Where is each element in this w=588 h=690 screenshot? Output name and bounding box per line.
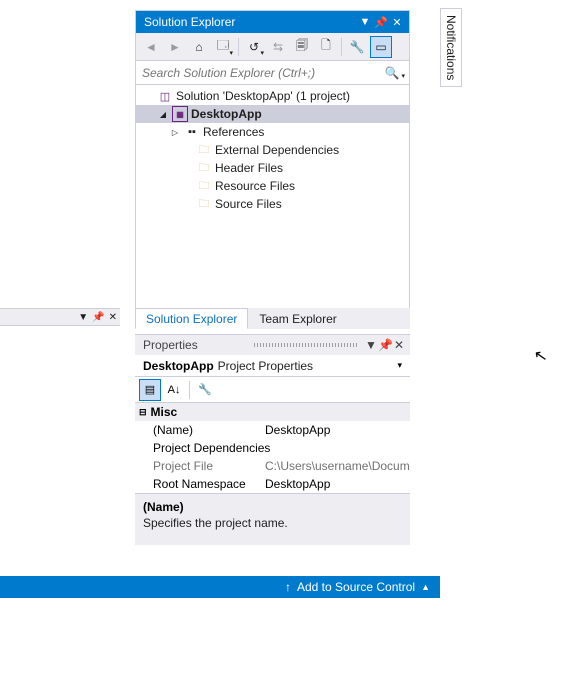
source-files-node[interactable]: 🗀 Source Files bbox=[136, 195, 409, 213]
tree-label: Solution 'DesktopApp' (1 project) bbox=[176, 89, 350, 103]
object-name: DesktopApp bbox=[143, 359, 214, 373]
refresh-button[interactable]: 🗐 bbox=[291, 36, 313, 58]
close-icon[interactable]: ✕ bbox=[392, 338, 406, 352]
ext-deps-node[interactable]: 🗀 External Dependencies bbox=[136, 141, 409, 159]
preview-button[interactable]: ▭ bbox=[370, 36, 392, 58]
folder-icon: 🗀 bbox=[196, 160, 212, 176]
property-description: (Name) Specifies the project name. bbox=[135, 493, 410, 545]
add-to-source-control[interactable]: Add to Source Control bbox=[297, 580, 415, 594]
dropdown-icon[interactable]: ▼ bbox=[357, 16, 373, 28]
project-node[interactable]: ▦ DesktopApp bbox=[136, 105, 409, 123]
prop-row-name[interactable]: (Name) DesktopApp bbox=[135, 421, 410, 439]
prop-name: (Name) bbox=[135, 423, 265, 437]
prop-value: C:\Users\username\Docum bbox=[265, 459, 410, 473]
object-type: Project Properties bbox=[218, 359, 394, 373]
bottom-tabs: Solution Explorer Team Explorer bbox=[135, 308, 410, 329]
close-icon[interactable]: ✕ bbox=[389, 16, 405, 29]
tab-solution-explorer[interactable]: Solution Explorer bbox=[135, 308, 248, 329]
status-bar: ↑ Add to Source Control ▲ bbox=[0, 576, 440, 598]
expand-icon[interactable] bbox=[169, 127, 181, 137]
sync-button[interactable]: ⇆ bbox=[267, 36, 289, 58]
search-row: 🔍 bbox=[136, 61, 409, 85]
tab-team-explorer[interactable]: Team Explorer bbox=[248, 308, 347, 329]
properties-object-selector[interactable]: DesktopApp Project Properties ▾ bbox=[135, 355, 410, 377]
notifications-tab[interactable]: Notifications bbox=[440, 8, 462, 87]
solution-explorer-toolbar: ◄ ► ⌂ 🗔 ↺ ⇆ 🗐 🗋 🔧 ▭ bbox=[136, 33, 409, 61]
panel-title: Properties bbox=[143, 338, 248, 352]
prop-row-file[interactable]: Project File C:\Users\username\Docum bbox=[135, 457, 410, 475]
header-files-node[interactable]: 🗀 Header Files bbox=[136, 159, 409, 177]
categorized-button[interactable]: ▤ bbox=[139, 379, 161, 401]
chevron-up-icon[interactable]: ▲ bbox=[421, 582, 430, 592]
references-node[interactable]: ▪▪ References bbox=[136, 123, 409, 141]
tree-label: Resource Files bbox=[215, 179, 295, 193]
search-icon[interactable]: 🔍 bbox=[381, 66, 403, 80]
home-button[interactable]: ⌂ bbox=[188, 36, 210, 58]
pin-icon[interactable]: 📌 bbox=[378, 338, 392, 352]
prop-row-namespace[interactable]: Root Namespace DesktopApp bbox=[135, 475, 410, 493]
category-misc[interactable]: ⊟ Misc bbox=[135, 403, 410, 421]
desc-name: (Name) bbox=[143, 500, 402, 514]
upload-icon: ↑ bbox=[285, 580, 291, 594]
property-pages-button[interactable]: 🔧 bbox=[194, 379, 216, 401]
show-all-button[interactable]: 🗋 bbox=[315, 36, 337, 58]
expand-icon[interactable] bbox=[157, 109, 169, 119]
dropdown-icon[interactable]: ▼ bbox=[364, 338, 378, 352]
chevron-down-icon: ▾ bbox=[397, 360, 402, 371]
project-icon: ▦ bbox=[172, 106, 188, 122]
search-input[interactable] bbox=[142, 66, 381, 80]
history-button[interactable]: ↺ bbox=[243, 36, 265, 58]
prop-row-deps[interactable]: Project Dependencies bbox=[135, 439, 410, 457]
dropdown-icon[interactable]: ▼ bbox=[78, 312, 88, 323]
close-icon[interactable]: ✕ bbox=[109, 312, 117, 323]
prop-name: Root Namespace bbox=[135, 477, 265, 491]
tree-label: Header Files bbox=[215, 161, 283, 175]
folder-icon: 🗀 bbox=[196, 178, 212, 194]
tree-label: References bbox=[203, 125, 264, 139]
properties-button[interactable]: 🔧 bbox=[346, 36, 368, 58]
collapse-icon[interactable]: ⊟ bbox=[139, 407, 147, 418]
properties-toolbar: ▤ A↓ 🔧 bbox=[135, 377, 410, 403]
forward-button[interactable]: ► bbox=[164, 36, 186, 58]
tree-label: Source Files bbox=[215, 197, 282, 211]
properties-titlebar[interactable]: Properties ▼ 📌 ✕ bbox=[135, 335, 410, 355]
properties-panel: Properties ▼ 📌 ✕ DesktopApp Project Prop… bbox=[135, 334, 410, 545]
tree-label: External Dependencies bbox=[215, 143, 339, 157]
property-grid: ⊟ Misc (Name) DesktopApp Project Depende… bbox=[135, 403, 410, 493]
panel-title: Solution Explorer bbox=[144, 15, 357, 29]
tree-label: DesktopApp bbox=[191, 107, 262, 121]
solution-tree: ◫ Solution 'DesktopApp' (1 project) ▦ De… bbox=[136, 85, 409, 315]
solution-node[interactable]: ◫ Solution 'DesktopApp' (1 project) bbox=[136, 87, 409, 105]
references-icon: ▪▪ bbox=[184, 124, 200, 140]
pin-icon[interactable]: 📌 bbox=[373, 16, 389, 29]
back-button[interactable]: ◄ bbox=[140, 36, 162, 58]
prop-value[interactable]: DesktopApp bbox=[265, 477, 410, 491]
solution-icon: ◫ bbox=[157, 88, 173, 104]
scope-button[interactable]: 🗔 bbox=[212, 36, 234, 58]
alphabetical-button[interactable]: A↓ bbox=[163, 379, 185, 401]
solution-explorer-panel: Solution Explorer ▼ 📌 ✕ ◄ ► ⌂ 🗔 ↺ ⇆ 🗐 🗋 … bbox=[135, 10, 410, 316]
folder-icon: 🗀 bbox=[196, 142, 212, 158]
folder-icon: 🗀 bbox=[196, 196, 212, 212]
prop-value[interactable]: DesktopApp bbox=[265, 423, 410, 437]
desc-text: Specifies the project name. bbox=[143, 516, 402, 530]
pin-icon[interactable]: 📌 bbox=[92, 312, 104, 323]
resource-files-node[interactable]: 🗀 Resource Files bbox=[136, 177, 409, 195]
solution-explorer-titlebar[interactable]: Solution Explorer ▼ 📌 ✕ bbox=[136, 11, 409, 33]
prop-name: Project Dependencies bbox=[135, 441, 265, 455]
prop-name: Project File bbox=[135, 459, 265, 473]
cursor-icon: ↖ bbox=[532, 345, 549, 367]
left-panel-stub: ▼ 📌 ✕ bbox=[0, 308, 120, 326]
